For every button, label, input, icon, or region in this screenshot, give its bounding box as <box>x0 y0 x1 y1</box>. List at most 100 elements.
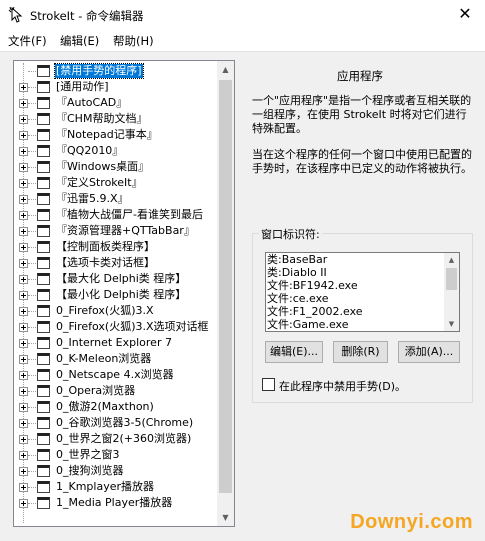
window-identifier-list[interactable]: 类:BaseBar 类:Diablo II 文件:BF1942.exe 文件:ce.e… <box>265 252 460 332</box>
tree-item-label: 0_傲游2(Maxthon) <box>56 400 154 413</box>
edit-button[interactable]: 编辑(E)... <box>265 341 323 363</box>
menu-help[interactable]: 帮助(H) <box>113 33 154 49</box>
expand-plus-icon[interactable] <box>19 467 28 476</box>
window-identifier-entry[interactable]: 文件:BF1942.exe <box>266 279 459 292</box>
tree-item[interactable]: 【控制面板类程序】 <box>14 239 219 255</box>
expand-plus-icon[interactable] <box>19 307 28 316</box>
list-scroll-down-icon[interactable]: ▼ <box>444 317 459 331</box>
expand-plus-icon[interactable] <box>19 483 28 492</box>
expand-plus-icon[interactable] <box>19 179 28 188</box>
tree-item[interactable]: 0_世界之窗2(+360浏览器) <box>14 431 219 447</box>
list-scroll-up-icon[interactable]: ▲ <box>444 253 459 267</box>
application-window-icon <box>37 209 50 221</box>
tree-item[interactable]: 『AutoCAD』 <box>14 95 219 111</box>
disable-gestures-checkbox[interactable] <box>262 378 275 391</box>
expand-plus-icon[interactable] <box>19 291 28 300</box>
expand-plus-icon[interactable] <box>19 387 28 396</box>
tree-item[interactable]: 0_傲游2(Maxthon) <box>14 399 219 415</box>
tree-branch-line <box>28 263 36 264</box>
expand-plus-icon[interactable] <box>19 115 28 124</box>
tree-branch-line <box>28 487 36 488</box>
menu-edit[interactable]: 编辑(E) <box>60 33 99 49</box>
tree-item[interactable]: 0_世界之窗3 <box>14 447 219 463</box>
tree-item[interactable]: 『Windows桌面』 <box>14 159 219 175</box>
tree-item[interactable]: 『CHM帮助文档』 <box>14 111 219 127</box>
expand-plus-icon[interactable] <box>19 275 28 284</box>
scroll-thumb[interactable] <box>219 80 232 493</box>
application-tree[interactable]: [禁用手势的程序] [通用动作] 『AutoCAD』 『CHM帮助文档』 『Notepa… <box>13 60 235 527</box>
expand-plus-icon[interactable] <box>19 259 28 268</box>
expand-plus-icon[interactable] <box>19 499 28 508</box>
tree-item[interactable]: 0_Internet Explorer 7 <box>14 335 219 351</box>
expand-plus-icon[interactable] <box>19 243 28 252</box>
expand-plus-icon[interactable] <box>19 419 28 428</box>
expand-plus-icon[interactable] <box>19 147 28 156</box>
delete-button[interactable]: 删除(R) <box>333 341 388 363</box>
expand-plus-icon[interactable] <box>19 403 28 412</box>
tree-item-label: 0_谷歌浏览器3-5(Chrome) <box>56 416 194 429</box>
expand-plus-icon[interactable] <box>19 323 28 332</box>
scroll-up-arrow-icon[interactable]: ▲ <box>217 61 234 78</box>
expand-plus-icon[interactable] <box>19 195 28 204</box>
window-identifier-entry[interactable]: 文件:Game.exe <box>266 318 459 331</box>
menu-file[interactable]: 文件(F) <box>8 33 47 49</box>
expand-plus-icon[interactable] <box>19 99 28 108</box>
expand-plus-icon[interactable] <box>19 227 28 236</box>
tree-item[interactable]: 0_K-Meleon浏览器 <box>14 351 219 367</box>
expand-plus-icon[interactable] <box>19 451 28 460</box>
application-window-icon <box>37 369 50 381</box>
tree-item[interactable]: 0_搜狗浏览器 <box>14 463 219 479</box>
application-window-icon <box>37 305 50 317</box>
application-window-icon <box>37 65 50 77</box>
tree-item[interactable]: [禁用手势的程序] <box>14 63 219 79</box>
application-window-icon <box>37 401 50 413</box>
tree-item[interactable]: 0_Firefox(火狐)3.X <box>14 303 219 319</box>
tree-item-label: 0_世界之窗2(+360浏览器) <box>56 432 192 445</box>
tree-item[interactable]: 0_谷歌浏览器3-5(Chrome) <box>14 415 219 431</box>
tree-item[interactable]: 【选项卡类对话框】 <box>14 255 219 271</box>
window-identifier-entry[interactable]: 类:BaseBar <box>266 253 459 266</box>
window-identifier-entry[interactable]: 文件:ce.exe <box>266 292 459 305</box>
tree-item[interactable]: 『Notepad记事本』 <box>14 127 219 143</box>
add-button[interactable]: 添加(A)... <box>398 341 460 363</box>
expand-plus-icon[interactable] <box>19 163 28 172</box>
expand-plus-icon[interactable] <box>19 435 28 444</box>
application-window-icon <box>37 497 50 509</box>
tree-item[interactable]: 1_Kmplayer播放器 <box>14 479 219 495</box>
strokeit-app-icon <box>8 6 23 23</box>
tree-item[interactable]: 【最小化 Delphi类 程序】 <box>14 287 219 303</box>
list-scroll-thumb[interactable] <box>446 268 457 290</box>
tree-item[interactable]: [通用动作] <box>14 79 219 95</box>
tree-item-label: [禁用手势的程序] <box>54 63 144 79</box>
expand-plus-icon[interactable] <box>19 211 28 220</box>
tree-item[interactable]: 『植物大战僵尸-看谁笑到最后 <box>14 207 219 223</box>
tree-branch-line <box>28 503 36 504</box>
tree-item[interactable]: 『资源管理器+QTTabBar』 <box>14 223 219 239</box>
tree-item[interactable]: 0_Netscape 4.x浏览器 <box>14 367 219 383</box>
expand-plus-icon[interactable] <box>19 371 28 380</box>
window-identifier-entry[interactable]: 文件:F1_2002.exe <box>266 305 459 318</box>
expand-plus-icon[interactable] <box>19 83 28 92</box>
tree-item[interactable]: 0_Firefox(火狐)3.X选项对话框 <box>14 319 219 335</box>
close-icon[interactable]: ✕ <box>455 4 475 24</box>
tree-item[interactable]: 『定义StrokeIt』 <box>14 175 219 191</box>
tree-item-label: 0_K-Meleon浏览器 <box>56 352 152 365</box>
disable-gestures-option[interactable]: 在此程序中禁用手势(D)。 <box>262 377 462 393</box>
tree-item[interactable]: 『QQ2010』 <box>14 143 219 159</box>
application-window-icon <box>37 433 50 445</box>
expand-plus-icon[interactable] <box>19 355 28 364</box>
tree-scrollbar[interactable]: ▲ ▼ <box>217 61 234 526</box>
tree-item[interactable]: 【最大化 Delphi类 程序】 <box>14 271 219 287</box>
tree-item[interactable]: 1_Media Player播放器 <box>14 495 219 511</box>
tree-branch-line <box>28 375 36 376</box>
application-window-icon <box>37 385 50 397</box>
list-scrollbar[interactable]: ▲ ▼ <box>444 253 459 331</box>
tree-item-label: 0_Firefox(火狐)3.X <box>56 304 154 317</box>
expand-plus-icon[interactable] <box>19 339 28 348</box>
expand-plus-icon[interactable] <box>19 131 28 140</box>
tree-item[interactable]: 0_Opera浏览器 <box>14 383 219 399</box>
scroll-down-arrow-icon[interactable]: ▼ <box>217 509 234 526</box>
window-identifier-entry[interactable]: 类:Diablo II <box>266 266 459 279</box>
application-window-icon <box>37 321 50 333</box>
tree-item[interactable]: 『迅雷5.9.X』 <box>14 191 219 207</box>
